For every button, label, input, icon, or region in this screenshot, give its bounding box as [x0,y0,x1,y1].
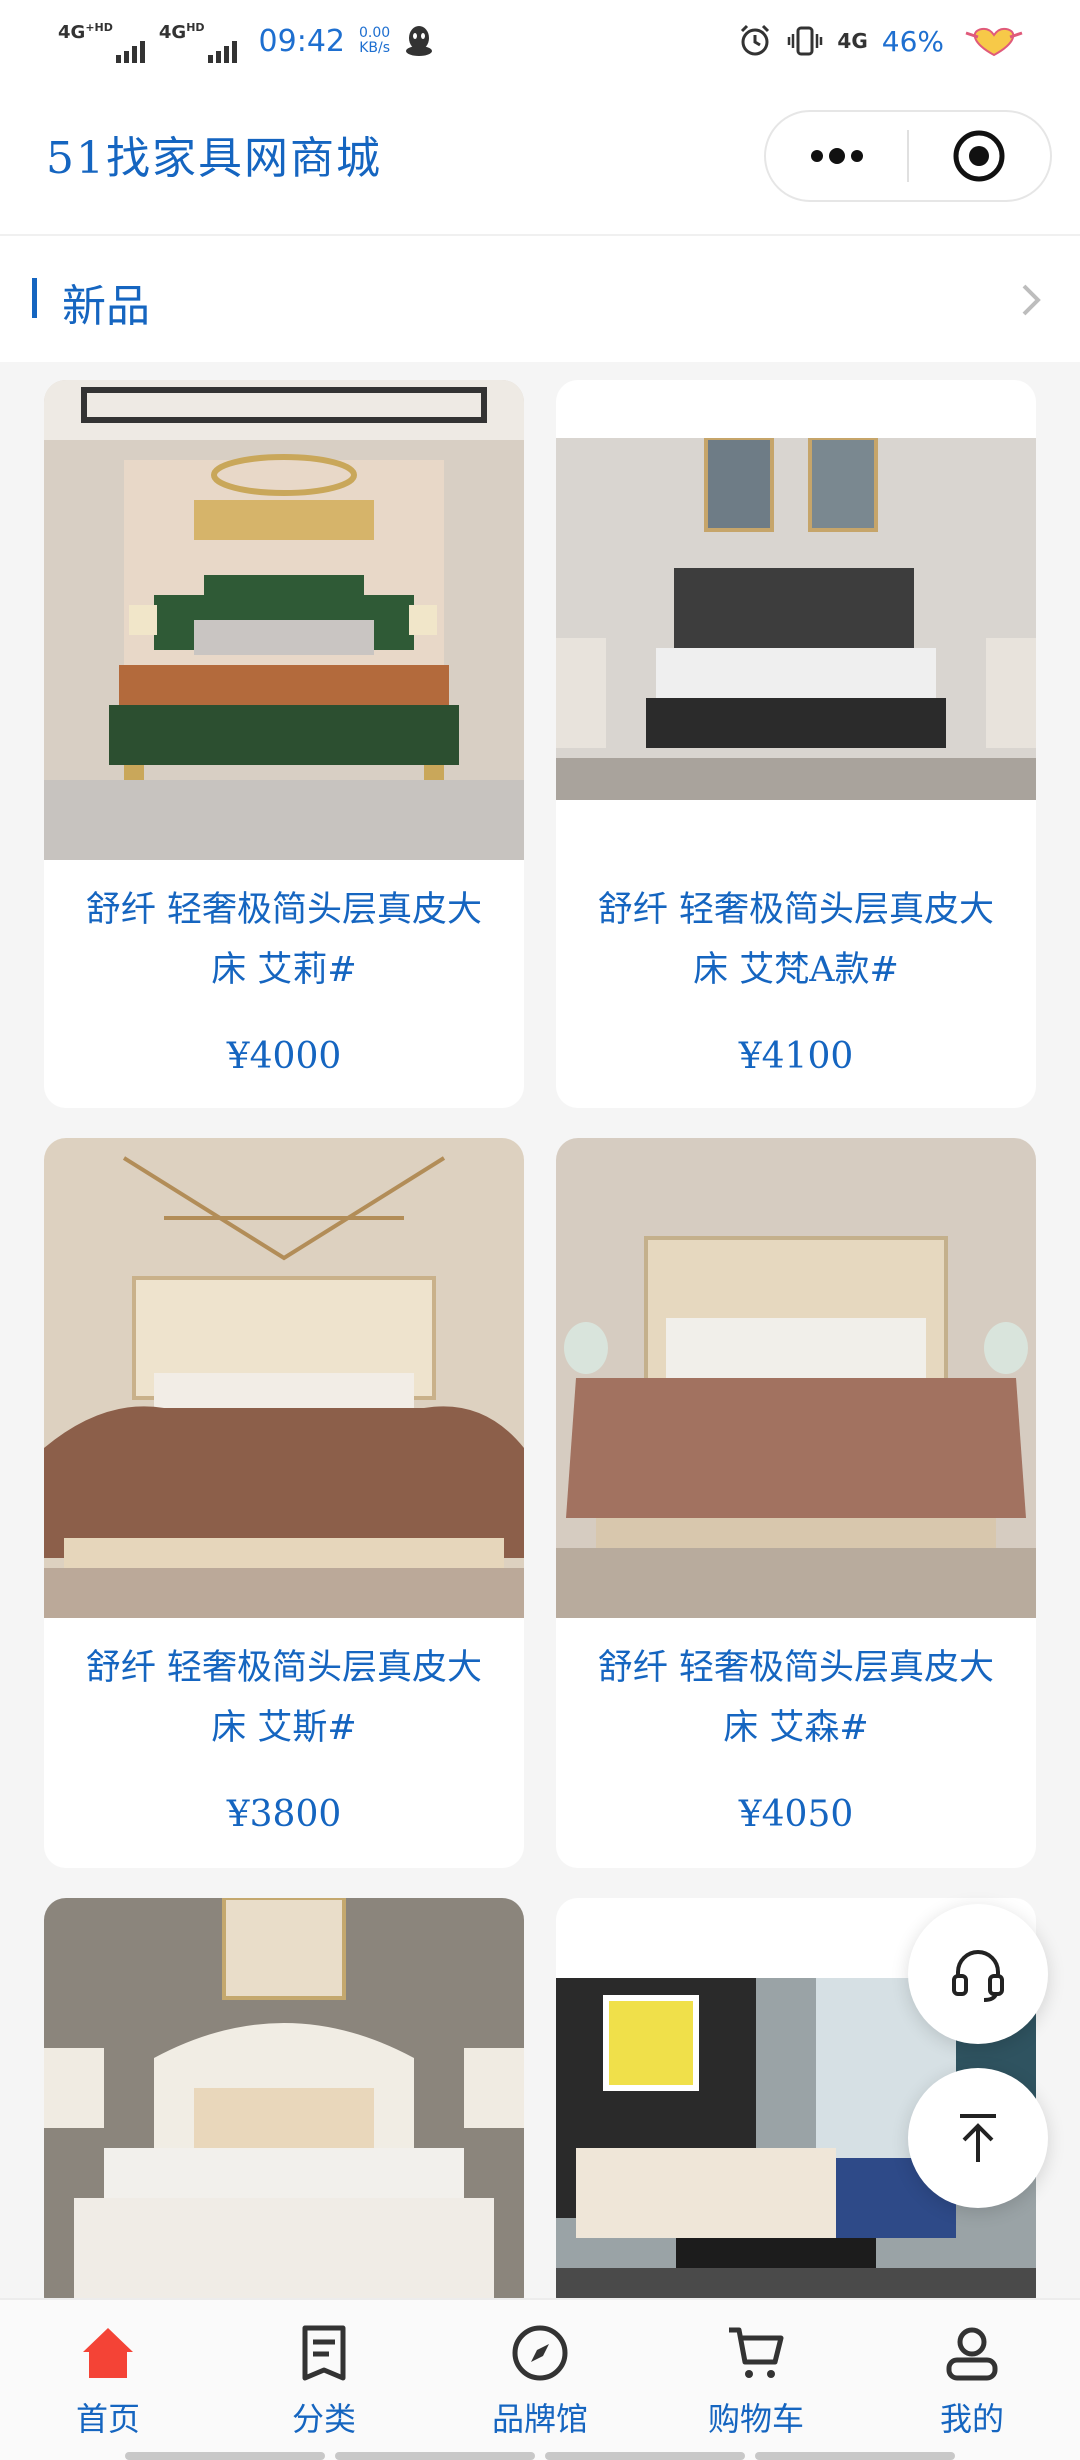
battery-percent: 46% [881,24,944,58]
vibrate-icon [788,26,823,56]
product-card[interactable]: 舒纤 轻奢极简头层真皮大床 艾斯# ¥3800 [44,1138,524,1868]
product-price: ¥4050 [738,1794,854,1835]
status-bar: 4G+HD 4GHD 09:42 0.00 KB/s 4G 46% [0,0,1080,82]
section-accent-bar [32,278,37,318]
product-image [44,1138,524,1618]
navbar: 51找家具网商城 [0,82,1080,234]
status-right: 4G 46% [737,23,1030,59]
speed-unit: KB/s [359,40,390,56]
close-mini-program-button[interactable] [909,112,1050,200]
network-2-label: 4G [158,22,187,43]
status-left: 4G+HD 4GHD 09:42 0.00 KB/s [58,19,434,63]
signal-bars-icon [207,41,237,63]
tab-cart[interactable]: 购物车 [648,2300,864,2450]
tab-profile[interactable]: 我的 [864,2300,1080,2450]
network-3-label: 4G [837,29,868,53]
section-title: 新品 [62,281,150,332]
more-dots-icon [810,148,863,164]
speed-value: 0.00 [359,25,391,41]
network-indicator-1: 4G+HD [58,19,145,63]
product-price: ¥4100 [738,1036,854,1077]
network-1-sup: +HD [85,21,113,34]
app-title: 51找家具网商城 [46,133,382,184]
cart-icon [729,2327,784,2378]
product-name: 舒纤 轻奢极简头层真皮大床 艾森# [597,1648,995,1748]
tab-category-label: 分类 [291,2400,356,2438]
new-products-header[interactable]: 新品 [0,234,1080,362]
mini-program-capsule [764,110,1052,202]
more-button[interactable] [766,112,907,200]
tab-home-label: 首页 [75,2400,140,2438]
qq-icon [406,26,433,56]
product-card[interactable]: 舒纤 轻奢极简头层真皮大床 艾梵A款# ¥4100 [556,380,1036,1108]
network-2-sup: HD [186,21,205,34]
record-close-icon [953,130,1005,182]
product-image [556,1138,1036,1618]
tab-home[interactable]: 首页 [0,2300,216,2450]
signal-bars-icon [115,41,145,63]
compass-icon [512,2325,568,2381]
tab-category[interactable]: 分类 [216,2300,432,2450]
product-name: 舒纤 轻奢极简头层真皮大床 艾莉# [85,890,483,990]
network-speed: 0.00 KB/s [359,26,390,56]
product-price: ¥4000 [226,1036,342,1077]
network-1-label: 4G [58,22,86,43]
battery-heart-icon [965,27,1023,57]
product-card[interactable] [44,1898,524,2298]
arrow-up-icon [960,2114,996,2162]
user-icon [946,2327,998,2381]
status-time: 09:42 [258,23,345,59]
product-card[interactable]: 舒纤 轻奢极简头层真皮大床 艾莉# ¥4000 [44,380,524,1108]
customer-service-button[interactable] [908,1904,1048,2044]
product-card[interactable]: 舒纤 轻奢极简头层真皮大床 艾森# ¥4050 [556,1138,1036,1868]
product-image [44,1898,524,2298]
home-indicator [0,2452,1080,2460]
alarm-icon [741,24,770,56]
chevron-right-icon [1022,284,1041,316]
tab-profile-label: 我的 [939,2400,1004,2438]
headset-icon [952,1950,1004,2002]
category-icon [302,2325,346,2381]
product-name: 舒纤 轻奢极简头层真皮大床 艾斯# [85,1648,483,1748]
tab-brands-label: 品牌馆 [491,2400,588,2438]
product-name: 舒纤 轻奢极简头层真皮大床 艾梵A款# [597,890,995,990]
product-image [556,438,1036,800]
home-icon [83,2328,133,2378]
scroll-to-top-button[interactable] [908,2068,1048,2208]
tab-cart-label: 购物车 [707,2400,804,2438]
tab-brands[interactable]: 品牌馆 [432,2300,648,2450]
tab-bar: 首页 分类 品牌馆 购物车 我的 [0,2298,1080,2460]
product-price: ¥3800 [226,1794,342,1835]
network-indicator-2: 4GHD [159,19,237,63]
product-grid: 舒纤 轻奢极简头层真皮大床 艾莉# ¥4000 舒纤 轻奢极简头层真皮大床 艾梵… [0,362,1080,2298]
product-image [44,380,524,860]
